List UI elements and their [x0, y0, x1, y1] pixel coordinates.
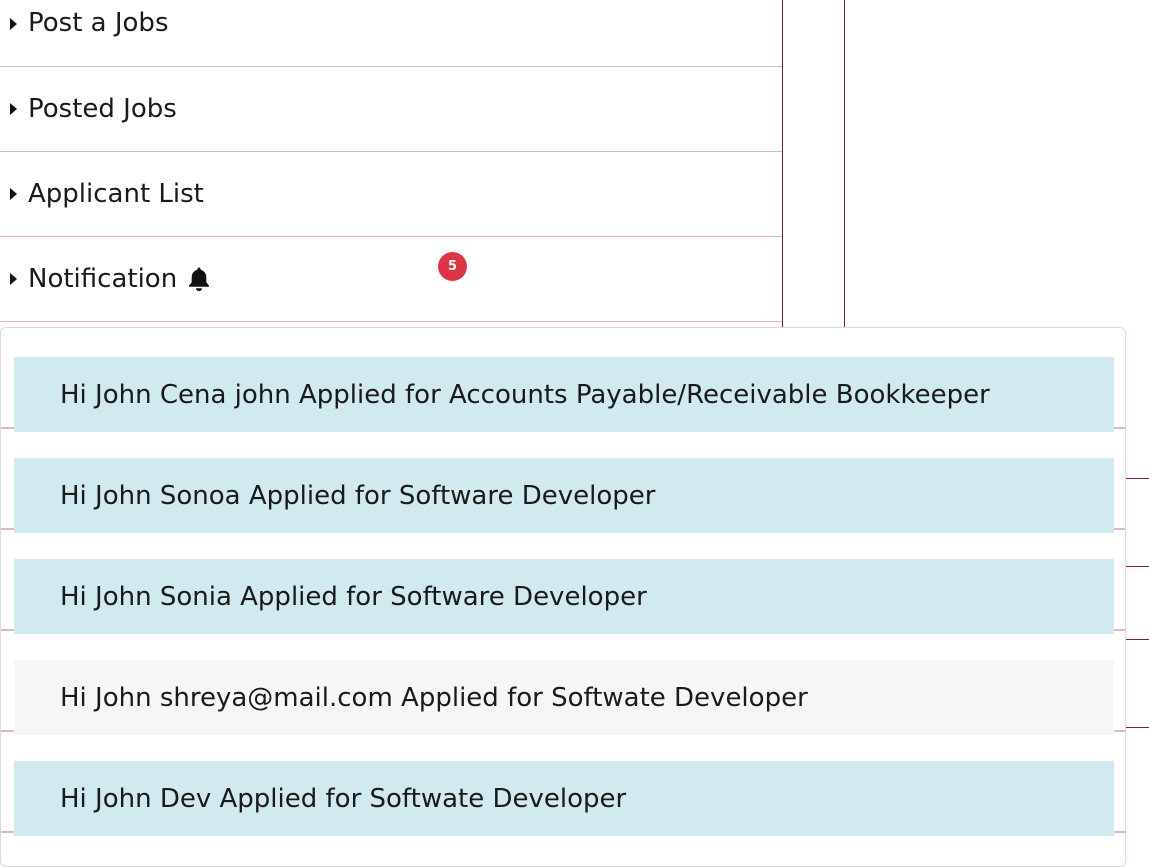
sidebar-item-posted-jobs[interactable]: Posted Jobs: [0, 67, 782, 152]
sidebar-item-label: Posted Jobs: [28, 94, 177, 124]
sidebar-item-label: Post a Jobs: [28, 8, 169, 38]
notification-dropdown: Hi John Cena john Applied for Accounts P…: [0, 327, 1126, 867]
list-item: Hi John shreya@mail.com Applied for Soft…: [1, 631, 1125, 735]
caret-right-icon: [10, 273, 17, 285]
bell-icon: [187, 266, 211, 292]
layout-divider: [1126, 478, 1149, 479]
list-item: Hi John Dev Applied for Softwate Develop…: [1, 732, 1125, 836]
sidebar-item-notification[interactable]: Notification: [0, 237, 782, 322]
sidebar-item-label: Notification: [28, 264, 178, 294]
sidebar-menu: Post a Jobs Posted Jobs Applicant List N…: [0, 0, 782, 322]
layout-divider: [844, 0, 845, 330]
notification-item[interactable]: Hi John Sonoa Applied for Software Devel…: [14, 458, 1114, 533]
sidebar-item-applicant-list[interactable]: Applicant List: [0, 152, 782, 237]
caret-right-icon: [10, 18, 17, 30]
sidebar-item-label: Applicant List: [28, 179, 204, 209]
list-item: Hi John Sonoa Applied for Software Devel…: [1, 429, 1125, 533]
notification-item[interactable]: Hi John Dev Applied for Softwate Develop…: [14, 761, 1114, 836]
layout-divider: [1126, 727, 1149, 728]
list-item: Hi John Sonia Applied for Software Devel…: [1, 530, 1125, 634]
list-item: Hi John Cena john Applied for Accounts P…: [1, 328, 1125, 432]
notification-item[interactable]: Hi John shreya@mail.com Applied for Soft…: [14, 660, 1114, 735]
layout-divider: [1126, 639, 1149, 640]
layout-divider: [782, 0, 783, 330]
notification-count-badge: 5: [438, 252, 467, 281]
notification-item[interactable]: Hi John Cena john Applied for Accounts P…: [14, 357, 1114, 432]
layout-divider: [1126, 566, 1149, 567]
notification-item[interactable]: Hi John Sonia Applied for Software Devel…: [14, 559, 1114, 634]
caret-right-icon: [10, 103, 17, 115]
sidebar-item-post-a-jobs[interactable]: Post a Jobs: [0, 0, 782, 67]
caret-right-icon: [10, 188, 17, 200]
